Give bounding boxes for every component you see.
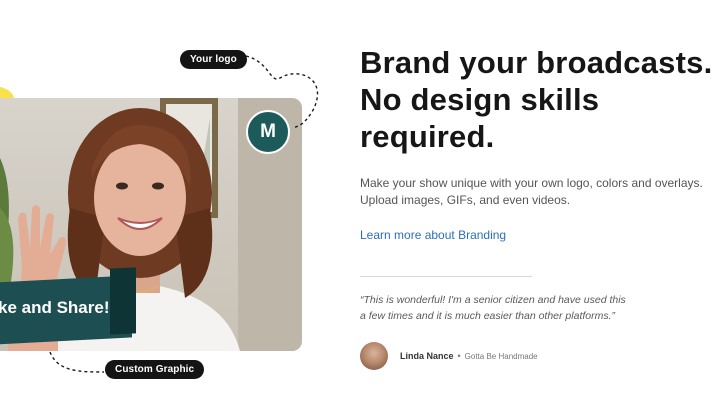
author-company: Gotta Be Handmade [464,351,538,361]
banner-text: ke and Share! [0,298,110,317]
your-logo-label: Your logo [180,50,247,69]
feature-description: Make your show unique with your own logo… [360,175,715,209]
testimonial-quote: “This is wonderful! I'm a senior citizen… [360,294,626,322]
headline-line-3: required. [360,119,495,154]
custom-graphic-label: Custom Graphic [105,360,205,379]
branding-feature-content: Brand your broadcasts. No design skills … [360,44,715,370]
headline-line-2: No design skills [360,82,600,117]
testimonial-author: Linda Nance • Gotta Be Handmade [360,342,715,370]
learn-more-branding-link[interactable]: Learn more about Branding [360,228,506,242]
author-name: Linda Nance [400,351,454,361]
logo-avatar: M [246,110,290,154]
description-line-2: Upload images, GIFs, and even videos. [360,193,571,207]
headline-line-1: Brand your broadcasts. [360,45,713,80]
page-title: Brand your broadcasts. No design skills … [360,44,715,155]
author-separator: • [457,351,461,361]
author-avatar [360,342,388,370]
divider [360,276,532,277]
description-line-1: Make your show unique with your own logo… [360,176,703,190]
branding-visual: ke and Share! M Your logo Custom Graphic [0,0,340,420]
